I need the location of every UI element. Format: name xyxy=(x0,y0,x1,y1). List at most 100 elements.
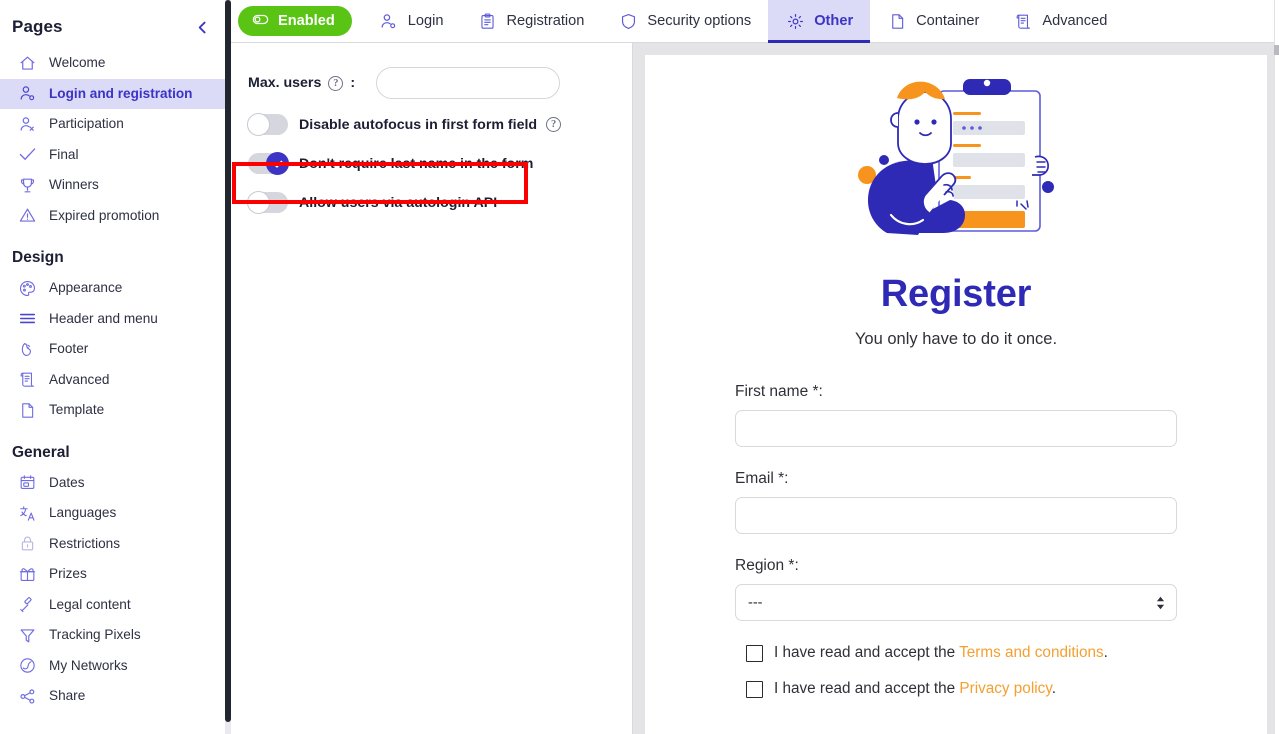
terms-and-conditions-link[interactable]: Terms and conditions xyxy=(959,644,1104,661)
page-scrollbar-track[interactable] xyxy=(1274,0,1279,734)
check-icon xyxy=(18,145,37,164)
sidebar-item-my-networks[interactable]: My Networks xyxy=(0,651,231,682)
page-scrollbar-thumb[interactable] xyxy=(1274,45,1279,55)
max-users-row: Max. users ? : xyxy=(231,61,632,105)
calendar-icon xyxy=(18,473,37,492)
tab-registration[interactable]: Registration xyxy=(460,0,601,42)
page-icon xyxy=(18,401,37,420)
sidebar-item-label: My Networks xyxy=(49,657,128,673)
sidebar-item-label: Legal content xyxy=(49,596,131,612)
scroll-icon xyxy=(1013,11,1033,31)
status-toggle-enabled[interactable]: Enabled xyxy=(238,0,362,42)
sidebar-item-welcome[interactable]: Welcome xyxy=(0,48,231,79)
tab-label: Container xyxy=(916,13,980,29)
tab-label: Security options xyxy=(647,13,752,29)
question-mark-icon[interactable]: ? xyxy=(546,117,562,132)
settings-panel: Max. users ? : Disable autofocus in firs… xyxy=(231,43,633,734)
sidebar-item-label: Winners xyxy=(49,177,99,193)
sidebar-item-prizes[interactable]: Prizes xyxy=(0,559,231,590)
question-mark-icon[interactable]: ? xyxy=(328,75,344,91)
first-name-input[interactable] xyxy=(735,410,1177,447)
sidebar-item-final[interactable]: Final xyxy=(0,140,231,171)
palette-icon xyxy=(18,279,37,298)
tab-container[interactable]: Container xyxy=(870,0,996,42)
privacy-checkbox[interactable] xyxy=(746,680,763,698)
switch-knob-checked xyxy=(266,152,289,175)
toggle-label: Allow users via autologin API xyxy=(299,194,498,211)
sidebar-item-share[interactable]: Share xyxy=(0,681,231,712)
field-region: Region *: --- xyxy=(735,557,1177,621)
sidebar-item-label: Prizes xyxy=(49,566,87,582)
preview-page: Register You only have to do it once. Fi… xyxy=(645,55,1267,734)
lock-icon xyxy=(18,534,37,553)
privacy-policy-link[interactable]: Privacy policy xyxy=(959,680,1051,697)
sidebar-title: Pages xyxy=(12,17,63,36)
sidebar-item-label: Share xyxy=(49,688,86,704)
shield-icon xyxy=(618,11,638,31)
sidebar-item-expired-promotion[interactable]: Expired promotion xyxy=(0,201,231,232)
tab-label: Registration xyxy=(506,13,585,29)
allow-autologin-api-label-group: Allow users via autologin API xyxy=(299,195,497,211)
sidebar-item-appearance[interactable]: Appearance xyxy=(0,273,231,304)
sidebar-item-advanced-design[interactable]: Advanced xyxy=(0,365,231,396)
tab-label: Other xyxy=(814,13,854,29)
toggle-row-allow-autologin-api[interactable]: Allow users via autologin API xyxy=(231,183,632,222)
tab-other[interactable]: Other xyxy=(768,0,871,43)
sidebar-item-legal-content[interactable]: Legal content xyxy=(0,590,231,621)
sidebar-item-languages[interactable]: Languages xyxy=(0,498,231,529)
tab-advanced[interactable]: Advanced xyxy=(996,0,1124,42)
tab-label: Login xyxy=(407,13,444,29)
sidebar-item-label: Expired promotion xyxy=(49,207,160,223)
disable-autofocus-switch[interactable] xyxy=(247,113,288,136)
shoe-icon xyxy=(18,340,37,359)
region-select[interactable]: --- xyxy=(735,584,1177,621)
clipboard-icon xyxy=(477,11,497,31)
sidebar-item-winners[interactable]: Winners xyxy=(0,170,231,201)
sidebar-item-footer[interactable]: Footer xyxy=(0,334,231,365)
sidebar-item-template[interactable]: Template xyxy=(0,395,231,426)
user-plus-icon xyxy=(18,115,37,134)
max-users-input[interactable] xyxy=(376,67,561,99)
user-key-icon xyxy=(379,11,399,31)
translate-icon xyxy=(18,504,37,523)
chevron-left-icon[interactable] xyxy=(189,14,215,40)
terms-text: I have read and accept the Terms and con… xyxy=(774,644,1108,662)
sidebar-item-label: Participation xyxy=(49,116,124,132)
dont-require-last-name-label-group: Don't require last name in the form xyxy=(299,156,533,172)
sidebar-item-restrictions[interactable]: Restrictions xyxy=(0,529,231,560)
allow-autologin-api-switch[interactable] xyxy=(247,191,288,214)
checkbox-row-terms[interactable]: I have read and accept the Terms and con… xyxy=(735,644,1177,662)
terms-prefix: I have read and accept the xyxy=(774,644,960,661)
funnel-icon xyxy=(18,626,37,645)
sidebar-item-header-and-menu[interactable]: Header and menu xyxy=(0,304,231,335)
dont-require-last-name-switch[interactable] xyxy=(248,152,289,175)
sidebar: Pages Welcome Login and registration Par… xyxy=(0,0,231,734)
toggle-row-dont-require-last-name[interactable]: Don't require last name in the form xyxy=(231,144,632,183)
sidebar-item-label: Languages xyxy=(49,505,117,521)
page-icon xyxy=(887,11,907,31)
gear-icon xyxy=(785,11,805,31)
share-icon xyxy=(18,687,37,706)
tab-bar: Enabled Login Registration Security opti… xyxy=(231,0,1279,43)
max-users-colon: : xyxy=(350,75,356,91)
tab-login[interactable]: Login xyxy=(362,0,461,42)
sidebar-item-tracking-pixels[interactable]: Tracking Pixels xyxy=(0,620,231,651)
sidebar-item-label: Advanced xyxy=(49,371,110,387)
toggle-label: Disable autofocus in first form field xyxy=(299,116,538,133)
switch-knob xyxy=(247,113,270,136)
email-input[interactable] xyxy=(735,497,1177,534)
toggle-row-disable-autofocus[interactable]: Disable autofocus in first form field ? xyxy=(231,105,632,144)
toggle-label: Don't require last name in the form xyxy=(299,155,534,172)
sidebar-item-login-and-registration[interactable]: Login and registration xyxy=(0,78,231,109)
tab-security-options[interactable]: Security options xyxy=(601,0,768,42)
sidebar-item-label: Final xyxy=(49,146,79,162)
sidebar-item-dates[interactable]: Dates xyxy=(0,468,231,499)
enabled-pill[interactable]: Enabled xyxy=(238,6,352,36)
warning-triangle-icon xyxy=(18,206,37,225)
sidebar-section-design: Design xyxy=(12,249,64,266)
person-with-clipboard-illustration xyxy=(645,65,1267,261)
terms-checkbox[interactable] xyxy=(746,644,763,662)
sidebar-item-participation[interactable]: Participation xyxy=(0,109,231,140)
checkbox-row-privacy[interactable]: I have read and accept the Privacy polic… xyxy=(735,680,1177,698)
sidebar-item-label: Appearance xyxy=(49,280,123,296)
